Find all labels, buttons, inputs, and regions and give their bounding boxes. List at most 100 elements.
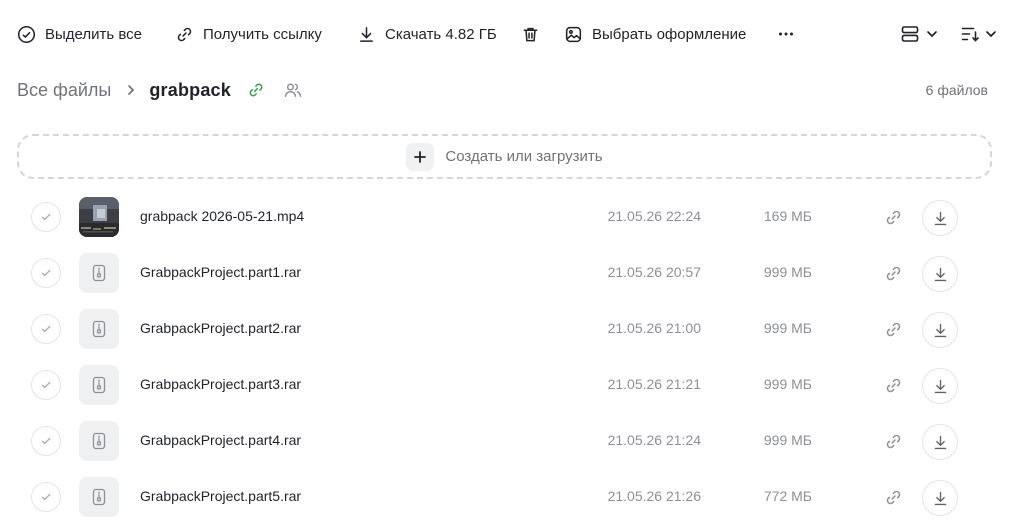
archive-file-icon bbox=[92, 320, 106, 338]
file-name[interactable]: grabpack 2026-05-21.mp4 bbox=[140, 208, 304, 224]
file-row[interactable]: grabpack 2026-05-21.mp4 21.05.26 22:24 1… bbox=[0, 190, 1010, 246]
check-icon bbox=[41, 493, 51, 501]
download-file-button[interactable] bbox=[922, 200, 958, 236]
file-size: 999 МБ bbox=[763, 432, 812, 448]
file-row[interactable]: GrabpackProject.part2.rar 21.05.26 21:00… bbox=[0, 302, 1010, 358]
file-name[interactable]: GrabpackProject.part3.rar bbox=[140, 376, 301, 392]
row-checkbox[interactable] bbox=[31, 258, 61, 288]
chevron-down-icon bbox=[927, 31, 937, 38]
download-icon bbox=[934, 379, 946, 393]
file-row[interactable]: GrabpackProject.part1.rar 21.05.26 20:57… bbox=[0, 246, 1010, 302]
check-icon bbox=[41, 213, 51, 221]
copy-link-button[interactable] bbox=[881, 429, 905, 453]
download-file-button[interactable] bbox=[922, 368, 958, 404]
download-icon bbox=[934, 491, 946, 505]
row-checkbox[interactable] bbox=[31, 426, 61, 456]
check-icon bbox=[41, 269, 51, 277]
file-thumbnail bbox=[79, 197, 119, 237]
file-size: 999 МБ bbox=[763, 320, 812, 336]
archive-file-icon bbox=[92, 488, 106, 506]
download-icon bbox=[360, 26, 373, 42]
row-checkbox[interactable] bbox=[31, 482, 61, 512]
download-file-button[interactable] bbox=[922, 480, 958, 516]
download-all-button[interactable]: Скачать 4.82 ГБ bbox=[357, 22, 497, 46]
check-icon bbox=[41, 437, 51, 445]
file-size: 999 МБ bbox=[763, 376, 812, 392]
file-date: 21.05.26 22:24 bbox=[607, 208, 701, 224]
file-name[interactable]: GrabpackProject.part4.rar bbox=[140, 432, 301, 448]
file-date: 21.05.26 21:26 bbox=[607, 488, 701, 504]
select-all-label: Выделить все bbox=[45, 25, 143, 43]
link-icon bbox=[886, 378, 900, 392]
download-file-button[interactable] bbox=[922, 312, 958, 348]
create-or-upload-button[interactable]: Создать или загрузить bbox=[17, 134, 992, 179]
check-icon bbox=[41, 325, 51, 333]
video-thumbnail-image bbox=[79, 197, 119, 237]
file-size: 772 МБ bbox=[763, 488, 812, 504]
more-button[interactable] bbox=[776, 22, 796, 46]
archive-file-icon bbox=[92, 432, 106, 450]
file-size: 999 МБ bbox=[763, 264, 812, 280]
file-row[interactable]: GrabpackProject.part5.rar 21.05.26 21:26… bbox=[0, 470, 1010, 526]
download-all-label: Скачать 4.82 ГБ bbox=[385, 25, 497, 43]
file-row[interactable]: GrabpackProject.part3.rar 21.05.26 21:21… bbox=[0, 358, 1010, 414]
breadcrumb-root[interactable]: Все файлы bbox=[17, 80, 111, 101]
view-rows-icon bbox=[901, 26, 919, 42]
breadcrumb: Все файлы grabpack bbox=[17, 78, 303, 102]
breadcrumb-current: grabpack bbox=[149, 79, 231, 100]
link-icon bbox=[886, 266, 900, 280]
download-icon bbox=[934, 267, 946, 281]
file-size: 169 МБ bbox=[763, 208, 812, 224]
file-thumbnail bbox=[79, 477, 119, 517]
file-date: 21.05.26 21:00 bbox=[607, 320, 701, 336]
link-icon bbox=[886, 434, 900, 448]
chevron-down-icon bbox=[986, 31, 996, 38]
copy-link-button[interactable] bbox=[881, 205, 905, 229]
get-link-label: Получить ссылку bbox=[203, 25, 322, 43]
row-checkbox[interactable] bbox=[31, 370, 61, 400]
link-icon bbox=[886, 490, 900, 504]
file-name[interactable]: GrabpackProject.part2.rar bbox=[140, 320, 301, 336]
download-icon bbox=[934, 323, 946, 337]
plus-icon bbox=[406, 142, 435, 171]
archive-file-icon bbox=[92, 264, 106, 282]
file-count: 6 файлов bbox=[925, 82, 988, 98]
download-file-button[interactable] bbox=[922, 256, 958, 292]
delete-button[interactable] bbox=[521, 22, 540, 46]
chevron-right-icon bbox=[125, 84, 137, 96]
choose-design-button[interactable]: Выбрать оформление bbox=[564, 22, 746, 46]
view-mode-button[interactable] bbox=[900, 22, 939, 46]
file-date: 21.05.26 20:57 bbox=[607, 264, 701, 280]
select-all-button[interactable]: Выделить все bbox=[17, 22, 142, 46]
file-name[interactable]: GrabpackProject.part1.rar bbox=[140, 264, 301, 280]
download-icon bbox=[934, 211, 946, 225]
get-link-button[interactable]: Получить ссылку bbox=[175, 22, 322, 46]
row-checkbox[interactable] bbox=[31, 314, 61, 344]
copy-link-button[interactable] bbox=[881, 317, 905, 341]
archive-file-icon bbox=[92, 376, 106, 394]
file-date: 21.05.26 21:24 bbox=[607, 432, 701, 448]
row-checkbox[interactable] bbox=[31, 202, 61, 232]
create-or-upload-label: Создать или загрузить bbox=[445, 148, 603, 165]
toolbar: Выделить все Получить ссылку Скачать 4.8… bbox=[0, 0, 1010, 68]
copy-link-button[interactable] bbox=[881, 261, 905, 285]
sort-button[interactable] bbox=[960, 22, 998, 46]
download-file-button[interactable] bbox=[922, 424, 958, 460]
shared-link-icon[interactable] bbox=[247, 81, 265, 99]
link-icon bbox=[177, 27, 192, 41]
file-thumbnail bbox=[79, 421, 119, 461]
choose-design-label: Выбрать оформление bbox=[592, 25, 747, 43]
copy-link-button[interactable] bbox=[881, 373, 905, 397]
copy-link-button[interactable] bbox=[881, 485, 905, 509]
sort-icon bbox=[961, 27, 979, 42]
file-row[interactable]: GrabpackProject.part4.rar 21.05.26 21:24… bbox=[0, 414, 1010, 470]
link-icon bbox=[886, 210, 900, 224]
check-circle-icon bbox=[17, 25, 36, 43]
more-horizontal-icon bbox=[779, 32, 793, 36]
users-icon[interactable] bbox=[283, 80, 303, 100]
trash-icon bbox=[523, 27, 538, 41]
file-name[interactable]: GrabpackProject.part5.rar bbox=[140, 488, 301, 504]
image-icon bbox=[565, 26, 582, 42]
file-date: 21.05.26 21:21 bbox=[607, 376, 701, 392]
file-thumbnail bbox=[79, 253, 119, 293]
